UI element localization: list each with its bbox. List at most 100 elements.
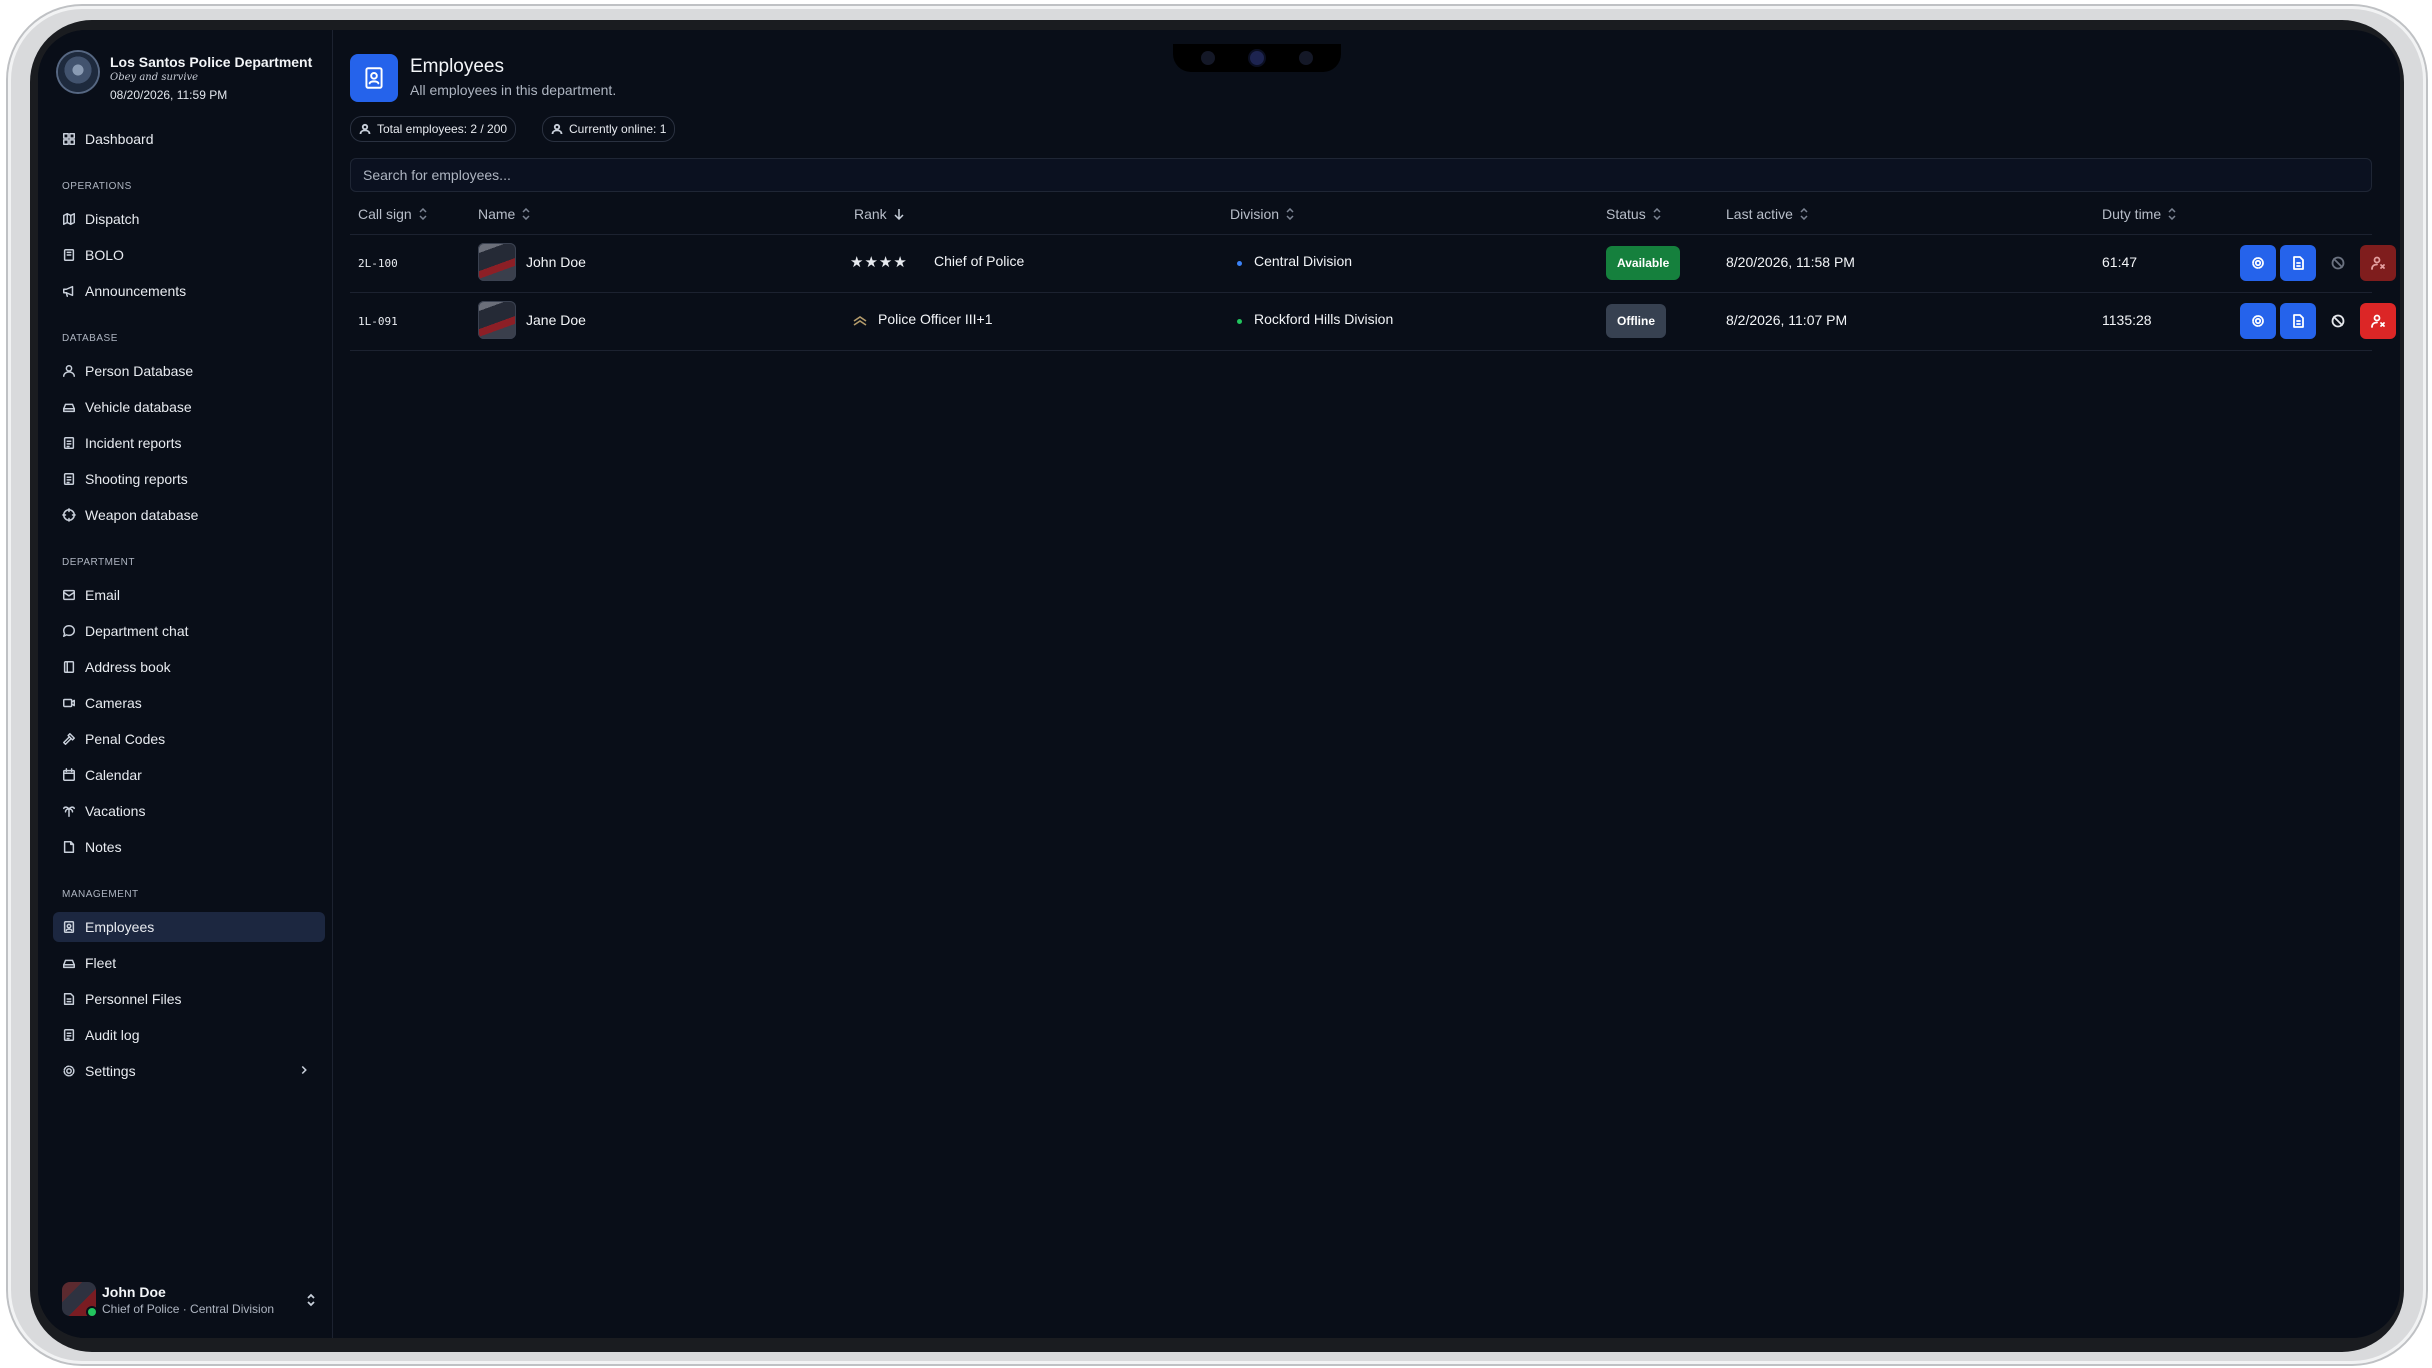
sidebar-item-audit-log[interactable]: Audit log	[53, 1020, 325, 1050]
column-header-last-active[interactable]: Last active	[1726, 206, 1809, 222]
remove-employee-button[interactable]	[2360, 303, 2396, 339]
camera-notch	[1173, 44, 1341, 72]
call-sign: 2L-100	[358, 257, 398, 270]
sidebar-item-dispatch[interactable]: Dispatch	[53, 204, 325, 234]
sidebar-item-personnel-files[interactable]: Personnel Files	[53, 984, 325, 1014]
column-header-name[interactable]: Name	[478, 206, 531, 222]
car-icon	[61, 399, 77, 415]
online-count-label: Currently online: 1	[569, 122, 667, 136]
personnel-file-button[interactable]	[2280, 245, 2316, 281]
sidebar-item-fleet[interactable]: Fleet	[53, 948, 325, 978]
sidebar-item-label: Address book	[85, 659, 171, 675]
sidebar-item-weapon-database[interactable]: Weapon database	[53, 500, 325, 530]
chevron-up-down-icon	[304, 1292, 318, 1308]
sidebar: Los Santos Police Department Obey and su…	[38, 30, 333, 1338]
sidebar-item-settings[interactable]: Settings	[53, 1056, 325, 1086]
sidebar-item-label: Notes	[85, 839, 122, 855]
sidebar-item-incident-reports[interactable]: Incident reports	[53, 428, 325, 458]
chat-icon	[61, 623, 77, 639]
sidebar-item-address-book[interactable]: Address book	[53, 652, 325, 682]
employee-division: Central Division	[1254, 253, 1353, 269]
sort-icon	[1800, 208, 1808, 220]
employee-search-input[interactable]	[350, 158, 2372, 192]
section-title-operations: OPERATIONS	[62, 181, 132, 192]
employee-avatar	[478, 301, 516, 339]
online-indicator	[88, 1308, 96, 1316]
user-remove-icon	[2371, 314, 2385, 328]
calendar-icon	[61, 767, 77, 783]
video-icon	[61, 695, 77, 711]
sort-icon	[1286, 208, 1294, 220]
department-badge-logo	[58, 52, 98, 92]
user-icon	[61, 363, 77, 379]
column-header-rank[interactable]: Rank	[854, 206, 905, 222]
sidebar-item-calendar[interactable]: Calendar	[53, 760, 325, 790]
employee-rank: Police Officer III+1	[878, 311, 993, 327]
sidebar-item-department-chat[interactable]: Department chat	[53, 616, 325, 646]
last-active: 8/2/2026, 11:07 PM	[1726, 312, 1848, 328]
sidebar-item-announcements[interactable]: Announcements	[53, 276, 325, 306]
app-screen: Los Santos Police Department Obey and su…	[38, 30, 2400, 1338]
column-header-duty-time[interactable]: Duty time	[2102, 206, 2177, 222]
current-datetime: 08/20/2026, 11:59 PM	[110, 88, 228, 102]
user-icon	[551, 123, 563, 135]
page-subtitle: All employees in this department.	[410, 82, 617, 98]
section-title-database: DATABASE	[62, 333, 118, 344]
edit-settings-button[interactable]	[2240, 303, 2276, 339]
column-header-status[interactable]: Status	[1606, 206, 1662, 222]
call-sign: 1L-091	[358, 315, 398, 328]
user-icon	[359, 123, 371, 135]
division-dot	[1237, 261, 1242, 266]
sidebar-item-person-database[interactable]: Person Database	[53, 356, 325, 386]
clipboard-icon	[61, 1027, 77, 1043]
department-motto: Obey and survive	[110, 72, 199, 83]
megaphone-icon	[61, 283, 77, 299]
section-title-management: MANAGEMENT	[62, 889, 139, 900]
sidebar-item-label: Calendar	[85, 767, 142, 783]
sidebar-item-notes[interactable]: Notes	[53, 832, 325, 862]
sidebar-item-bolo[interactable]: BOLO	[53, 240, 325, 270]
column-header-call-sign[interactable]: Call sign	[358, 206, 428, 222]
status-badge: Available	[1606, 246, 1681, 280]
suspend-button[interactable]	[2320, 245, 2356, 281]
file-icon	[61, 991, 77, 1007]
gear-icon	[2252, 257, 2264, 269]
online-count-badge: Currently online: 1	[542, 116, 676, 142]
dashboard-icon	[61, 131, 77, 147]
column-header-division[interactable]: Division	[1230, 206, 1295, 222]
gavel-icon	[61, 731, 77, 747]
sidebar-item-label: BOLO	[85, 247, 124, 263]
row-divider	[350, 350, 2372, 351]
personnel-file-button[interactable]	[2280, 303, 2316, 339]
user-menu[interactable]: John Doe Chief of Police · Central Divis…	[62, 1280, 318, 1320]
sort-icon	[2168, 208, 2176, 220]
sidebar-item-shooting-reports[interactable]: Shooting reports	[53, 464, 325, 494]
sidebar-item-label: Email	[85, 587, 121, 603]
sidebar-item-employees[interactable]: Employees	[53, 912, 325, 942]
ban-icon	[2331, 314, 2345, 328]
sidebar-item-label: Incident reports	[85, 435, 182, 451]
edit-settings-button[interactable]	[2240, 245, 2276, 281]
suspend-button[interactable]	[2320, 303, 2356, 339]
sidebar-item-email[interactable]: Email	[53, 580, 325, 610]
user-subtitle: Chief of Police · Central Division	[102, 1302, 275, 1316]
remove-employee-button[interactable]	[2360, 245, 2396, 281]
sort-icon	[419, 208, 427, 220]
contacts-icon	[61, 659, 77, 675]
sidebar-item-label: Vacations	[85, 803, 146, 819]
sidebar-item-dashboard[interactable]: Dashboard	[53, 124, 325, 154]
sidebar-item-penal-codes[interactable]: Penal Codes	[53, 724, 325, 754]
sidebar-item-cameras[interactable]: Cameras	[53, 688, 325, 718]
table-row[interactable]: 2L-100 John Doe ★★★★ Chief of Police Cen…	[350, 235, 2396, 291]
sort-icon	[1653, 208, 1661, 220]
table-row[interactable]: 1L-091 Jane Doe Police Officer III+1 Roc…	[350, 293, 2396, 349]
sidebar-item-vacations[interactable]: Vacations	[53, 796, 325, 826]
sidebar-item-label: Announcements	[85, 283, 187, 299]
chevron-rank-icon	[852, 313, 868, 327]
map-icon	[61, 211, 77, 227]
last-active: 8/20/2026, 11:58 PM	[1726, 254, 1855, 270]
camera-icon	[1250, 51, 1264, 65]
sidebar-item-label: Weapon database	[85, 507, 199, 523]
sidebar-item-vehicle-database[interactable]: Vehicle database	[53, 392, 325, 422]
car-icon	[61, 955, 77, 971]
